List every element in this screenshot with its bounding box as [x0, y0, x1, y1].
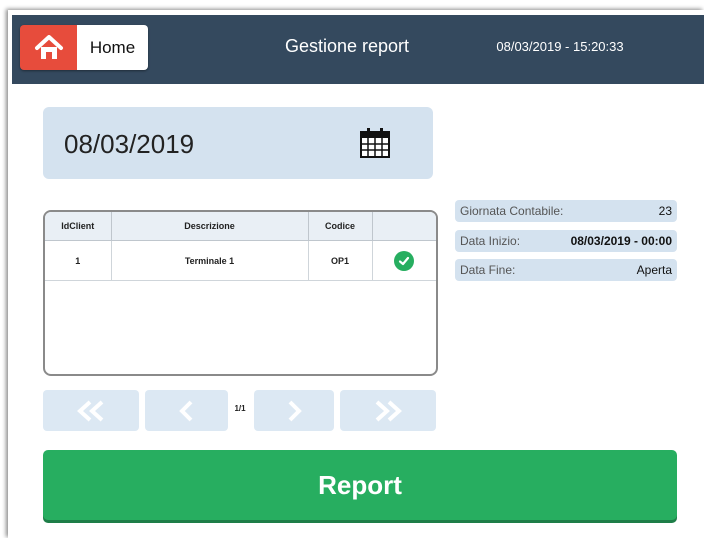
info-data-inizio: Data Inizio: 08/03/2019 - 00:00	[455, 230, 677, 252]
inizio-value: 08/03/2019 - 00:00	[570, 234, 672, 248]
col-header-codice: Codice	[308, 212, 373, 241]
page-indicator: 1/1	[234, 404, 246, 413]
page-title: Gestione report	[284, 36, 410, 56]
header-datetime: 08/03/2019 - 15:20:33	[496, 39, 624, 54]
info-giornata-contabile: Giornata Contabile: 23	[455, 200, 677, 222]
next-page-button[interactable]	[254, 390, 334, 431]
double-chevron-right-icon	[375, 400, 402, 421]
col-header-idclient: IdClient	[45, 212, 112, 241]
previous-page-button[interactable]	[145, 390, 228, 431]
double-chevron-left-icon	[77, 400, 104, 421]
cell-codice: OP1	[308, 240, 373, 281]
fine-value: Aperta	[636, 263, 672, 277]
giornata-label: Giornata Contabile:	[460, 204, 564, 218]
cell-idclient: 1	[45, 240, 112, 281]
cell-status	[372, 240, 436, 281]
calendar-icon[interactable]	[359, 127, 391, 164]
last-page-button[interactable]	[340, 390, 436, 431]
col-header-descrizione: Descrizione	[111, 212, 309, 241]
home-icon	[20, 25, 77, 70]
report-button[interactable]: Report	[43, 450, 677, 520]
inizio-label: Data Inizio:	[460, 234, 521, 248]
first-page-button[interactable]	[43, 390, 139, 431]
cell-descrizione: Terminale 1	[111, 240, 309, 281]
info-data-fine: Data Fine: Aperta	[455, 259, 677, 281]
giornata-value: 23	[658, 204, 672, 218]
col-header-status	[372, 212, 436, 241]
table-row[interactable]: 1 Terminale 1 OP1	[45, 240, 436, 281]
date-picker[interactable]: 08/03/2019	[43, 107, 433, 179]
chevron-left-icon	[178, 400, 192, 421]
fine-label: Data Fine:	[460, 263, 516, 277]
chevron-right-icon	[288, 400, 302, 421]
check-icon	[394, 250, 415, 271]
date-value: 08/03/2019	[64, 129, 195, 159]
clients-table: IdClient Descrizione Codice 1 Terminale …	[43, 210, 438, 376]
home-label: Home	[77, 25, 148, 70]
home-button[interactable]: Home	[20, 25, 148, 70]
